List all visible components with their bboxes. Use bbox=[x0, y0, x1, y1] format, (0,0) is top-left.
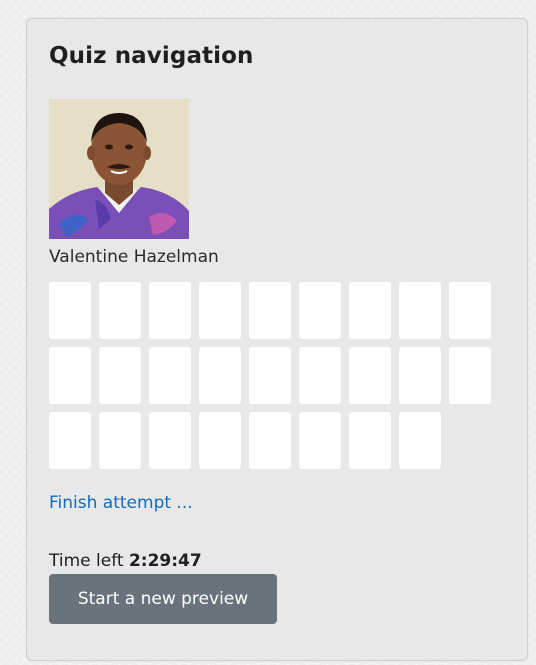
panel-title: Quiz navigation bbox=[49, 43, 254, 69]
question-button-15[interactable] bbox=[299, 347, 341, 404]
question-button-20[interactable] bbox=[99, 412, 141, 469]
question-button-24[interactable] bbox=[299, 412, 341, 469]
question-button-9[interactable] bbox=[449, 282, 491, 339]
time-left-value: 2:29:47 bbox=[128, 551, 202, 571]
question-button-21[interactable] bbox=[149, 412, 191, 469]
user-name: Valentine Hazelman bbox=[49, 247, 219, 267]
question-button-11[interactable] bbox=[99, 347, 141, 404]
question-button-7[interactable] bbox=[349, 282, 391, 339]
quiz-navigation-panel: Quiz navigation Valentine Hazelman Finis… bbox=[26, 18, 528, 661]
time-left-label: Time left bbox=[49, 551, 129, 571]
question-button-4[interactable] bbox=[199, 282, 241, 339]
question-button-8[interactable] bbox=[399, 282, 441, 339]
user-photo-icon bbox=[49, 99, 189, 239]
question-button-5[interactable] bbox=[249, 282, 291, 339]
question-button-3[interactable] bbox=[149, 282, 191, 339]
question-button-13[interactable] bbox=[199, 347, 241, 404]
question-button-6[interactable] bbox=[299, 282, 341, 339]
question-button-2[interactable] bbox=[99, 282, 141, 339]
question-button-14[interactable] bbox=[249, 347, 291, 404]
question-button-1[interactable] bbox=[49, 282, 91, 339]
user-avatar bbox=[49, 99, 189, 239]
question-button-17[interactable] bbox=[399, 347, 441, 404]
question-button-19[interactable] bbox=[49, 412, 91, 469]
question-button-22[interactable] bbox=[199, 412, 241, 469]
time-left: Time left 2:29:47 bbox=[49, 551, 202, 571]
question-button-23[interactable] bbox=[249, 412, 291, 469]
question-button-18[interactable] bbox=[449, 347, 491, 404]
finish-attempt-link[interactable]: Finish attempt ... bbox=[49, 493, 193, 513]
start-new-preview-button[interactable]: Start a new preview bbox=[49, 574, 277, 624]
question-grid bbox=[49, 282, 499, 469]
question-button-25[interactable] bbox=[349, 412, 391, 469]
question-button-26[interactable] bbox=[399, 412, 441, 469]
question-button-10[interactable] bbox=[49, 347, 91, 404]
question-button-12[interactable] bbox=[149, 347, 191, 404]
question-button-16[interactable] bbox=[349, 347, 391, 404]
